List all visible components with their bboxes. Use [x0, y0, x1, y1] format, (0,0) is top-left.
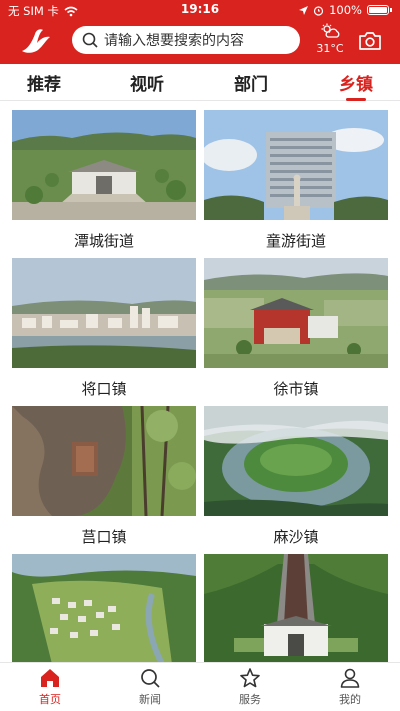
town-card[interactable]: 麻沙镇 [204, 406, 388, 547]
town-photo [204, 258, 388, 368]
status-bar: 无 SIM 卡 19:16 100% [0, 0, 400, 20]
town-card[interactable]: 莒口镇 [12, 406, 196, 547]
search-icon [141, 669, 160, 688]
town-card[interactable]: 潭城街道 [12, 110, 196, 251]
town-card[interactable]: 将口镇 [12, 258, 196, 399]
search-bar[interactable]: 请输入想要搜索的内容 [72, 26, 300, 54]
town-photo [204, 554, 388, 662]
star-icon [240, 668, 260, 688]
town-name: 徐市镇 [273, 380, 319, 398]
user-icon [340, 668, 360, 688]
app-header: 无 SIM 卡 19:16 100% 请输入想要搜索的内容 31°C [0, 0, 400, 64]
category-tabs: 推荐 视听 部门 乡镇 [0, 64, 400, 101]
tab-departments[interactable]: 部门 [211, 70, 291, 95]
camera-icon[interactable] [358, 30, 382, 52]
nav-mine[interactable]: 我的 [300, 667, 400, 707]
bottom-nav: 首页 新闻 服务 我的 [0, 662, 400, 711]
town-name: 潭城街道 [73, 232, 134, 250]
town-photo [12, 406, 196, 516]
weather-widget[interactable]: 31°C [314, 23, 346, 59]
town-photo [204, 406, 388, 516]
battery-percent: 100% [329, 3, 362, 17]
town-card[interactable] [204, 554, 388, 662]
nav-services[interactable]: 服务 [200, 667, 300, 707]
partly-sunny-icon [321, 23, 340, 38]
town-name: 莒口镇 [81, 528, 127, 546]
town-name: 童游街道 [265, 232, 326, 250]
battery-icon [367, 5, 389, 15]
nav-news[interactable]: 新闻 [100, 667, 200, 707]
town-card[interactable] [12, 554, 196, 662]
town-card[interactable]: 童游街道 [204, 110, 388, 251]
app-logo[interactable] [16, 24, 56, 56]
town-photo [12, 110, 196, 220]
tab-recommend[interactable]: 推荐 [4, 70, 84, 95]
town-grid: 潭城街道 童游街道 将口镇 徐市镇 莒口镇 麻沙镇 [0, 100, 400, 662]
home-icon [41, 669, 59, 687]
temperature-label: 31°C [316, 42, 344, 55]
town-photo [12, 258, 196, 368]
tab-towns[interactable]: 乡镇 [316, 70, 396, 101]
town-card[interactable]: 徐市镇 [204, 258, 388, 399]
search-placeholder: 请输入想要搜索的内容 [104, 33, 244, 49]
town-photo [204, 110, 388, 220]
search-icon [82, 32, 98, 48]
town-name: 将口镇 [81, 380, 127, 398]
nav-home[interactable]: 首页 [0, 667, 100, 707]
town-photo [12, 554, 196, 662]
alarm-icon [314, 5, 324, 16]
town-name: 麻沙镇 [273, 528, 319, 546]
location-arrow-icon [299, 5, 309, 15]
tab-audiovisual[interactable]: 视听 [107, 70, 187, 95]
